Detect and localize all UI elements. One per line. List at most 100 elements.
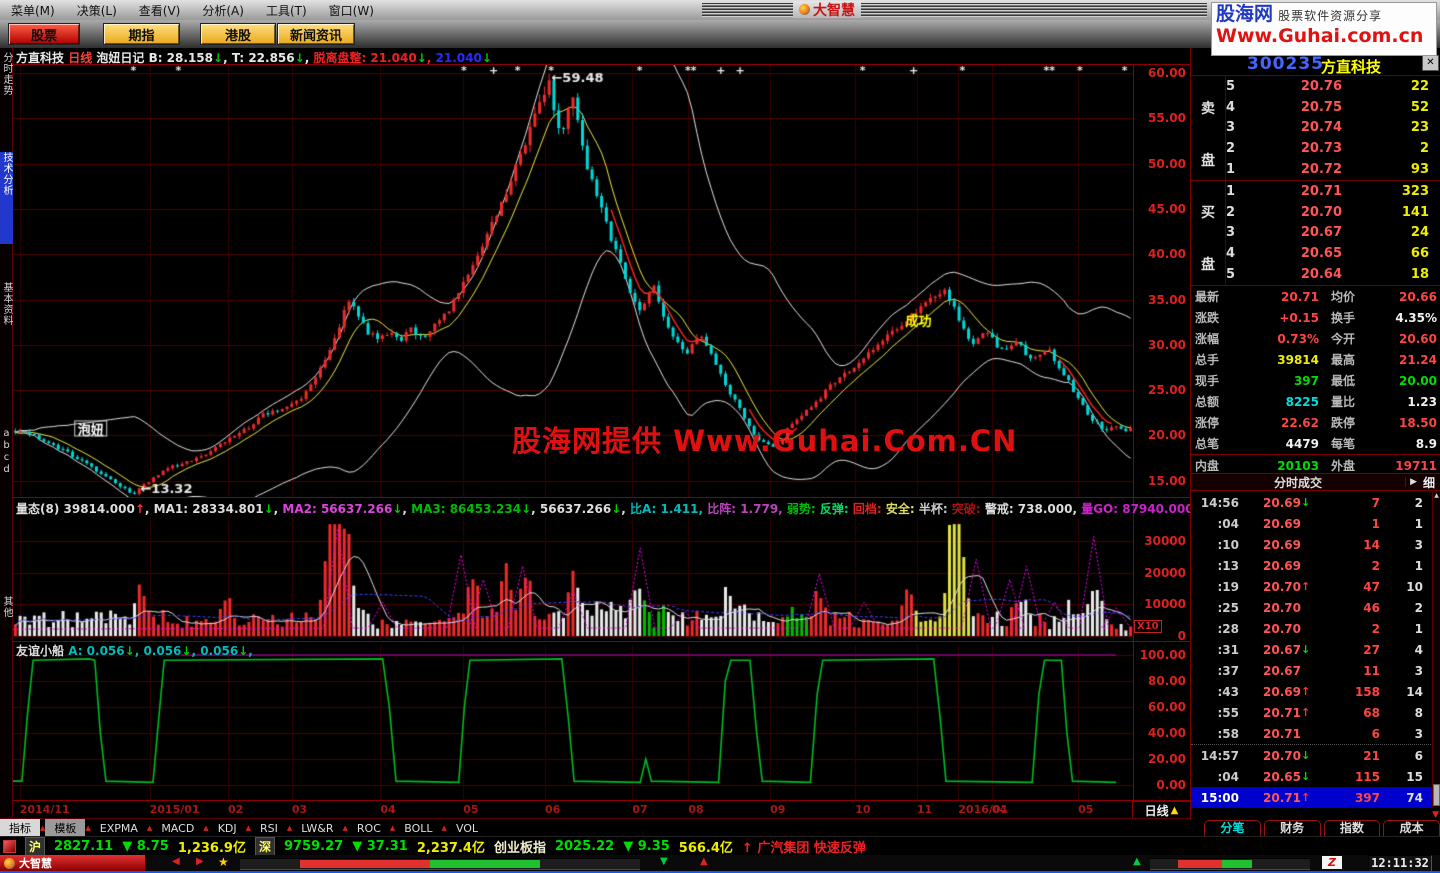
text-part: 比阵: 1.779, <box>707 502 787 516</box>
favorite-star-icon[interactable]: ★ <box>218 855 229 869</box>
tick-row-1[interactable]: :04 20.69 1 1 <box>1191 513 1433 534</box>
tick-time: 14:56 <box>1200 495 1239 510</box>
stat-value: 21.24 <box>1399 352 1437 367</box>
bid-row-4[interactable]: 5 20.64 18 <box>1226 264 1440 285</box>
tick-row-13[interactable]: :04 20.65 ↓ 115 15 <box>1191 766 1433 787</box>
indicator-tab-ROC[interactable]: ROC <box>348 821 390 836</box>
left-sidebar: 分时走势技术分析基本资料 abcd 其他 <box>0 48 13 818</box>
volume-chart[interactable] <box>13 517 1133 640</box>
price: 20.73 <box>1300 141 1342 157</box>
tick-row-5[interactable]: :25 20.70 46 2 <box>1191 597 1433 618</box>
sidebar-item-0[interactable]: 分时走势 <box>0 52 13 146</box>
tick-arrow-icon: ↑ <box>1301 580 1311 593</box>
breadth-bar[interactable] <box>240 858 640 870</box>
ask-row-3[interactable]: 2 20.73 2 <box>1226 138 1440 159</box>
tick-play-icon[interactable]: ▶ <box>1405 477 1421 487</box>
z-logo-icon[interactable]: Z <box>1322 856 1342 869</box>
tick-volume: 68 <box>1363 705 1380 720</box>
stat-row-5: 总额 8225 量比 1.23 <box>1191 391 1440 412</box>
tick-price: 20.71 <box>1263 790 1301 805</box>
indicator-tab-VOL[interactable]: VOL <box>447 821 487 836</box>
tick-detail-button[interactable]: 细 <box>1421 474 1440 491</box>
sidebar-item-2[interactable]: 基本资料 <box>0 282 13 374</box>
prev-arrow-icon[interactable]: ◀ <box>172 856 180 867</box>
tick-row-9[interactable]: :43 20.69 ↑ 158 14 <box>1191 681 1433 702</box>
bid-row-0[interactable]: 1 20.71 323 <box>1226 181 1440 202</box>
tab-分笔[interactable]: 分笔 <box>1204 820 1261 836</box>
tab-财务[interactable]: 财务 <box>1263 820 1321 836</box>
toolbar-button-3[interactable]: 新闻资讯 <box>277 23 355 45</box>
indicator-tab-模板[interactable]: 模板 <box>45 819 86 837</box>
period-selector[interactable]: 日线 ▲ <box>1132 801 1191 819</box>
breadth-bar-2[interactable] <box>1150 858 1310 870</box>
toolbar-button-2[interactable]: 港股 <box>200 23 276 45</box>
text-part: MA3: 86453.234 <box>411 502 522 516</box>
menu-item-5[interactable]: 窗口(W) <box>318 2 385 19</box>
stat-label: 外盘 <box>1331 459 1356 473</box>
close-icon[interactable]: ✕ <box>1422 55 1439 71</box>
tick-arrow-icon: ↑ <box>1301 706 1311 719</box>
tick-price: 20.67 <box>1263 642 1301 657</box>
menu-item-4[interactable]: 工具(T) <box>255 2 318 19</box>
boat-oscillator-chart[interactable] <box>13 645 1133 800</box>
tab-指数[interactable]: 指数 <box>1323 820 1381 836</box>
tick-scrollbar[interactable]: ▲ <box>1432 492 1440 808</box>
tick-arrow-icon: ↓ <box>1301 496 1311 509</box>
toolbar-button-0[interactable]: 股票 <box>8 23 80 45</box>
price: 20.71 <box>1300 183 1342 199</box>
stat-row-1: 涨跌 +0.15 换手 4.35% <box>1191 307 1440 328</box>
sidebar-item-1[interactable]: 技术分析 <box>0 152 13 244</box>
bid-row-1[interactable]: 2 20.70 141 <box>1226 202 1440 223</box>
bid-row-2[interactable]: 3 20.67 24 <box>1226 223 1440 244</box>
ask-row-4[interactable]: 1 20.72 93 <box>1226 159 1440 180</box>
up-green-arrow-icon[interactable]: ▲ <box>1133 856 1141 867</box>
sidebar-item-4[interactable]: 其他 <box>0 596 13 644</box>
tick-row-2[interactable]: :10 20.69 14 3 <box>1191 534 1433 555</box>
menu-item-1[interactable]: 决策(L) <box>66 2 128 19</box>
indicator-tab-BOLL[interactable]: BOLL <box>395 821 441 836</box>
ask-row-0[interactable]: 5 20.76 22 <box>1226 76 1440 97</box>
status-item-6: ▼ 37.31 <box>352 839 408 854</box>
taskbar-logo[interactable]: 大智慧 <box>0 855 145 871</box>
up-arrow-icon[interactable]: ▲ <box>700 856 708 867</box>
sidebar-item-3[interactable]: abcd <box>0 428 13 500</box>
menu-item-2[interactable]: 查看(V) <box>128 2 192 19</box>
indicator-tab-MACD[interactable]: MACD <box>152 821 203 836</box>
volume-axis-tick: 30000 <box>1144 534 1186 549</box>
tick-row-10[interactable]: :55 20.71 ↑ 68 8 <box>1191 702 1433 723</box>
indicator-tab-指标[interactable]: 指标 <box>0 819 40 837</box>
scroll-thumb[interactable] <box>1433 784 1440 806</box>
indicator-tab-EXPMA[interactable]: EXPMA <box>91 821 147 836</box>
ask-row-2[interactable]: 3 20.74 23 <box>1226 118 1440 139</box>
stat-row-2: 涨幅 0.73% 今开 20.60 <box>1191 328 1440 349</box>
menu-item-3[interactable]: 分析(A) <box>191 2 255 19</box>
indicator-tab-KDJ[interactable]: KDJ <box>209 821 246 836</box>
indicator-tab-LW&R[interactable]: LW&R <box>292 821 342 836</box>
menu-item-0[interactable]: 菜单(M) <box>0 2 66 19</box>
tick-row-0[interactable]: 14:56 20.69 ↓ 7 2 <box>1191 492 1433 513</box>
quantity: 323 <box>1401 183 1429 199</box>
tick-row-4[interactable]: :19 20.70 ↑ 47 10 <box>1191 576 1433 597</box>
toolbar-button-1[interactable]: 期指 <box>103 23 180 45</box>
tick-row-11[interactable]: :58 20.71 6 3 <box>1191 723 1433 744</box>
ask-row-1[interactable]: 4 20.75 52 <box>1226 97 1440 118</box>
tick-count: 8 <box>1414 705 1423 720</box>
tick-row-6[interactable]: :28 20.70 2 1 <box>1191 618 1433 639</box>
tab-成本[interactable]: 成本 <box>1383 820 1440 836</box>
tick-row-8[interactable]: :37 20.67 11 3 <box>1191 660 1433 681</box>
tick-row-12[interactable]: 14:57 20.70 ↓ 21 6 <box>1191 744 1433 766</box>
date-axis-label: 06 <box>545 803 561 816</box>
indicator-tab-RSI[interactable]: RSI <box>251 821 287 836</box>
volume-axis-tick: 10000 <box>1144 597 1186 612</box>
date-axis-label: 2015/01 <box>149 803 200 816</box>
stat-value: 8225 <box>1285 394 1319 409</box>
tick-row-14[interactable]: 15:00 20.71 ↑ 397 74 <box>1191 787 1433 808</box>
next-arrow-icon[interactable]: ▶ <box>196 856 204 867</box>
toolbar-grip[interactable] <box>702 3 1207 17</box>
tick-row-7[interactable]: :31 20.67 ↓ 27 4 <box>1191 639 1433 660</box>
scroll-up-icon[interactable]: ▲ <box>1433 492 1440 501</box>
down-arrow-icon[interactable]: ▼ <box>660 856 668 867</box>
bid-row-3[interactable]: 4 20.65 66 <box>1226 243 1440 264</box>
tick-row-3[interactable]: :13 20.69 2 1 <box>1191 555 1433 576</box>
stat-label: 涨幅 <box>1195 332 1220 346</box>
